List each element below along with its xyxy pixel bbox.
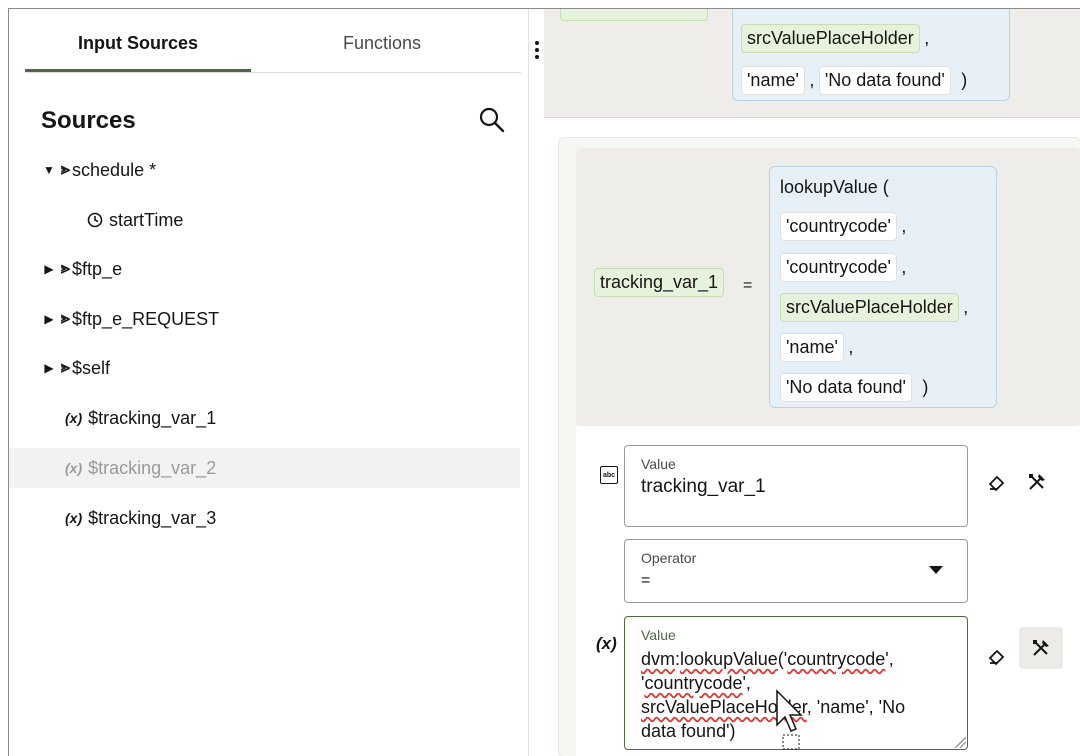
tree-item-tracking-var-1[interactable]: (x) $tracking_var_1	[9, 398, 520, 438]
resize-handle-icon[interactable]	[953, 735, 967, 749]
tree-item-label: schedule *	[72, 159, 157, 180]
tree-item-label: $tracking_var_3	[88, 507, 217, 528]
expand-arrow-icon[interactable]: ▶	[43, 262, 55, 276]
expression-type-icon: (x)	[596, 634, 617, 653]
field-label: Value	[641, 627, 676, 643]
previous-variable-chip[interactable]	[560, 9, 708, 21]
tab-divider	[25, 72, 521, 73]
close-paren: )	[922, 377, 929, 397]
tools-icon	[1033, 640, 1049, 656]
eraser-icon[interactable]	[987, 472, 1007, 492]
expand-arrow-icon[interactable]: ▶	[43, 361, 55, 375]
card-divider	[544, 117, 1080, 118]
no-data-arg-chip[interactable]: 'No data found'	[818, 66, 951, 95]
object-icon: ⪢	[61, 161, 70, 178]
app-frame: Input Sources Functions Sources ▼ ⪢ sche…	[8, 8, 1080, 756]
expand-arrow-icon[interactable]: ▶	[43, 312, 55, 326]
tree-item-label: $tracking_var_1	[88, 407, 217, 428]
previous-expression-card: srcValuePlaceHolder , 'name' , 'No data …	[544, 9, 1080, 117]
variable-chip[interactable]: tracking_var_1	[594, 268, 725, 297]
search-icon[interactable]	[477, 105, 507, 135]
comma-separator: ,	[848, 337, 854, 357]
operator-select[interactable]: Operator =	[624, 539, 968, 603]
tab-input-sources[interactable]: Input Sources	[25, 33, 251, 54]
clock-icon	[87, 212, 103, 228]
field-value: tracking_var_1	[641, 476, 766, 497]
expand-arrow-icon[interactable]: ▼	[43, 163, 55, 177]
eraser-icon[interactable]	[987, 646, 1007, 666]
lookup-value-box[interactable]: lookupValue ( 'countrycode' , 'countryco…	[769, 166, 997, 408]
function-name: lookupValue (	[780, 177, 889, 197]
tree-item-ftp-e[interactable]: ▶ ⪢ $ftp_e	[9, 249, 520, 289]
arg-chip-1[interactable]: 'countrycode'	[780, 212, 897, 241]
value-field-1[interactable]: Value tracking_var_1	[624, 445, 968, 527]
tree-item-label: $ftp_e_REQUEST	[72, 308, 220, 329]
panel-splitter[interactable]	[528, 9, 544, 756]
input-sources-panel: Input Sources Functions Sources ▼ ⪢ sche…	[9, 9, 528, 756]
tree-item-label: startTime	[109, 209, 184, 230]
comma-separator: ,	[809, 70, 815, 90]
tree-item-self[interactable]: ▶ ⪢ $self	[9, 348, 520, 388]
object-icon: ⪢	[61, 260, 70, 277]
tree-item-label: $tracking_var_2	[88, 457, 217, 478]
operator-value: =	[641, 572, 651, 589]
arg-chip-2[interactable]: 'countrycode'	[780, 253, 897, 282]
tree-item-label: $ftp_e	[72, 258, 123, 279]
arg-chip-4[interactable]: 'name'	[780, 333, 844, 362]
tools-icon[interactable]	[1026, 471, 1048, 493]
equals-sign: =	[743, 277, 753, 294]
tree-item-tracking-var-2[interactable]: (x) $tracking_var_2	[9, 448, 520, 488]
placeholder-chip[interactable]: srcValuePlaceHolder	[741, 24, 920, 53]
tree-item-starttime[interactable]: startTime	[9, 200, 520, 240]
comma-separator: ,	[924, 28, 930, 48]
tools-button[interactable]	[1019, 627, 1063, 669]
arg-chip-placeholder[interactable]: srcValuePlaceHolder	[780, 293, 959, 322]
object-icon: ⪢	[61, 310, 70, 327]
field-label: Operator	[641, 550, 697, 566]
comma-separator: ,	[901, 257, 907, 277]
field-label: Value	[641, 456, 676, 472]
comma-separator: ,	[901, 216, 907, 236]
text-type-icon: abc	[600, 466, 618, 484]
object-icon: ⪢	[61, 359, 70, 376]
kebab-menu-icon[interactable]	[535, 41, 539, 62]
close-paren: )	[961, 70, 968, 90]
name-arg-chip[interactable]: 'name'	[741, 66, 805, 95]
tree-item-ftp-e-request[interactable]: ▶ ⪢ $ftp_e_REQUEST	[9, 299, 520, 339]
sources-heading: Sources	[41, 107, 136, 134]
chevron-down-icon[interactable]	[929, 566, 943, 574]
comma-separator: ,	[963, 297, 969, 317]
variable-icon: (x)	[65, 410, 83, 426]
drag-cursor-icon	[776, 689, 803, 750]
variable-icon: (x)	[65, 460, 83, 476]
tab-functions[interactable]: Functions	[269, 33, 495, 54]
arg-chip-5[interactable]: 'No data found'	[780, 373, 912, 402]
tree-item-label: $self	[72, 357, 111, 378]
tree-item-schedule[interactable]: ▼ ⪢ schedule *	[9, 150, 520, 190]
previous-lookup-box[interactable]: srcValuePlaceHolder , 'name' , 'No data …	[732, 9, 1010, 101]
variable-icon: (x)	[65, 510, 83, 526]
tree-item-tracking-var-3[interactable]: (x) $tracking_var_3	[9, 498, 520, 538]
